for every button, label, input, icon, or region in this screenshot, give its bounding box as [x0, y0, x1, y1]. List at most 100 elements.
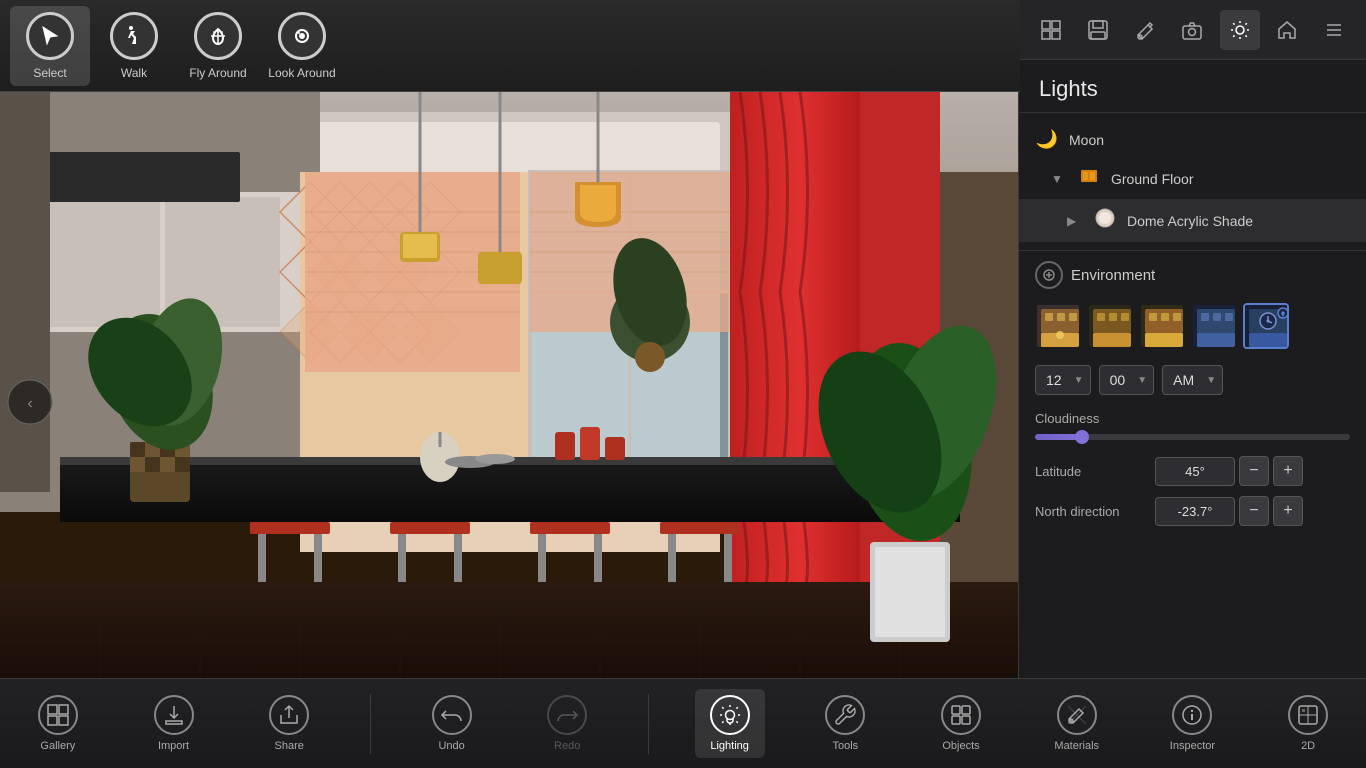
paint-panel-btn[interactable]	[1125, 10, 1165, 50]
minute-select[interactable]: 00 ▼	[1099, 365, 1155, 395]
look-around-tool-btn[interactable]: Look Around	[262, 6, 342, 86]
minute-value: 00	[1110, 372, 1126, 388]
environment-section: Environment	[1019, 251, 1366, 546]
tools-btn[interactable]: Tools	[810, 689, 880, 758]
north-direction-value: -23.7°	[1178, 504, 1213, 519]
fly-around-label: Fly Around	[189, 66, 246, 80]
lighting-btn[interactable]: Lighting	[695, 689, 765, 758]
objects-label: Objects	[942, 740, 979, 752]
env-preset-3[interactable]	[1139, 303, 1185, 349]
ampm-chevron: ▼	[1206, 375, 1216, 386]
cloudiness-label: Cloudiness	[1035, 411, 1350, 426]
north-direction-plus-btn[interactable]: +	[1273, 496, 1303, 526]
list-panel-btn[interactable]	[1314, 10, 1354, 50]
hour-select[interactable]: 12 ▼	[1035, 365, 1091, 395]
scene-svg: ‹	[0, 92, 1020, 678]
look-around-label: Look Around	[268, 66, 335, 80]
import-icon	[154, 695, 194, 735]
camera-panel-btn[interactable]	[1172, 10, 1212, 50]
latitude-value: 45°	[1185, 464, 1205, 479]
fly-around-icon	[194, 12, 242, 60]
main-scene[interactable]: ‹	[0, 92, 1020, 678]
minute-chevron: ▼	[1137, 375, 1147, 386]
fly-around-tool-btn[interactable]: Fly Around	[178, 6, 258, 86]
latitude-plus-btn[interactable]: +	[1273, 456, 1303, 486]
select-icon	[26, 12, 74, 60]
right-panel: Lights 🌙 Moon ▼ Ground Floor ▶	[1018, 0, 1366, 678]
cloudiness-thumb[interactable]	[1075, 430, 1089, 444]
redo-btn[interactable]: Redo	[532, 689, 602, 758]
latitude-input[interactable]: 45°	[1155, 457, 1235, 486]
hour-chevron: ▼	[1074, 375, 1084, 386]
objects-btn[interactable]: Objects	[926, 689, 996, 758]
ground-floor-icon	[1077, 166, 1101, 191]
home-panel-btn[interactable]	[1267, 10, 1307, 50]
look-around-icon	[278, 12, 326, 60]
undo-label: Undo	[438, 740, 464, 752]
save-panel-btn[interactable]	[1078, 10, 1118, 50]
dome-acrylic-label: Dome Acrylic Shade	[1127, 213, 1253, 229]
top-toolbar: Select Walk Fly Around	[0, 0, 1020, 92]
walk-label: Walk	[121, 66, 147, 80]
objects-panel-btn[interactable]	[1031, 10, 1071, 50]
lighting-label: Lighting	[710, 740, 749, 752]
import-btn[interactable]: Import	[139, 689, 209, 758]
moon-light-icon: 🌙	[1035, 129, 1059, 150]
dome-light-icon	[1093, 207, 1117, 234]
cloudiness-section: Cloudiness	[1035, 411, 1350, 440]
gallery-label: Gallery	[40, 740, 75, 752]
light-panel-btn[interactable]	[1220, 10, 1260, 50]
north-direction-row: North direction -23.7° − +	[1035, 496, 1350, 526]
environment-header[interactable]: Environment	[1035, 261, 1350, 289]
inspector-label: Inspector	[1170, 740, 1215, 752]
walk-icon	[110, 12, 158, 60]
undo-icon	[432, 695, 472, 735]
env-preset-1[interactable]	[1035, 303, 1081, 349]
north-direction-minus-btn[interactable]: −	[1239, 496, 1269, 526]
moon-label: Moon	[1069, 132, 1104, 148]
select-tool-btn[interactable]: Select	[10, 6, 90, 86]
latitude-minus-btn[interactable]: −	[1239, 456, 1269, 486]
lights-header: Lights	[1019, 60, 1366, 113]
tree-item-dome-acrylic[interactable]: ▶ Dome Acrylic Shade	[1019, 199, 1366, 242]
lighting-icon	[710, 695, 750, 735]
undo-btn[interactable]: Undo	[417, 689, 487, 758]
share-btn[interactable]: Share	[254, 689, 324, 758]
separator-2	[648, 694, 649, 754]
lights-tree: 🌙 Moon ▼ Ground Floor ▶	[1019, 113, 1366, 251]
env-preset-2[interactable]	[1087, 303, 1133, 349]
redo-icon	[547, 695, 587, 735]
tools-label: Tools	[833, 740, 859, 752]
gallery-btn[interactable]: Gallery	[23, 689, 93, 758]
tree-item-ground-floor[interactable]: ▼ Ground Floor	[1019, 158, 1366, 199]
time-controls: 12 ▼ 00 ▼ AM ▼	[1035, 365, 1350, 395]
env-presets	[1035, 303, 1350, 349]
inspector-icon	[1172, 695, 1212, 735]
materials-label: Materials	[1054, 740, 1099, 752]
share-icon	[269, 695, 309, 735]
ground-floor-label: Ground Floor	[1111, 171, 1193, 187]
2d-icon	[1288, 695, 1328, 735]
ground-floor-arrow: ▼	[1051, 172, 1067, 186]
walk-tool-btn[interactable]: Walk	[94, 6, 174, 86]
tools-icon	[825, 695, 865, 735]
panel-icons	[1019, 0, 1366, 60]
inspector-btn[interactable]: Inspector	[1157, 689, 1227, 758]
objects-icon	[941, 695, 981, 735]
materials-icon	[1057, 695, 1097, 735]
share-label: Share	[275, 740, 304, 752]
tree-item-moon[interactable]: 🌙 Moon	[1019, 121, 1366, 158]
ampm-select[interactable]: AM ▼	[1162, 365, 1223, 395]
north-direction-input[interactable]: -23.7°	[1155, 497, 1235, 526]
env-preset-4[interactable]	[1191, 303, 1237, 349]
2d-btn[interactable]: 2D	[1273, 689, 1343, 758]
env-preset-5[interactable]	[1243, 303, 1289, 349]
cloudiness-slider[interactable]	[1035, 434, 1350, 440]
materials-btn[interactable]: Materials	[1042, 689, 1112, 758]
ampm-value: AM	[1173, 372, 1194, 388]
latitude-label: Latitude	[1035, 464, 1155, 479]
separator-1	[370, 694, 371, 754]
environment-collapse-btn[interactable]	[1035, 261, 1063, 289]
north-direction-label: North direction	[1035, 504, 1155, 519]
gallery-icon	[38, 695, 78, 735]
